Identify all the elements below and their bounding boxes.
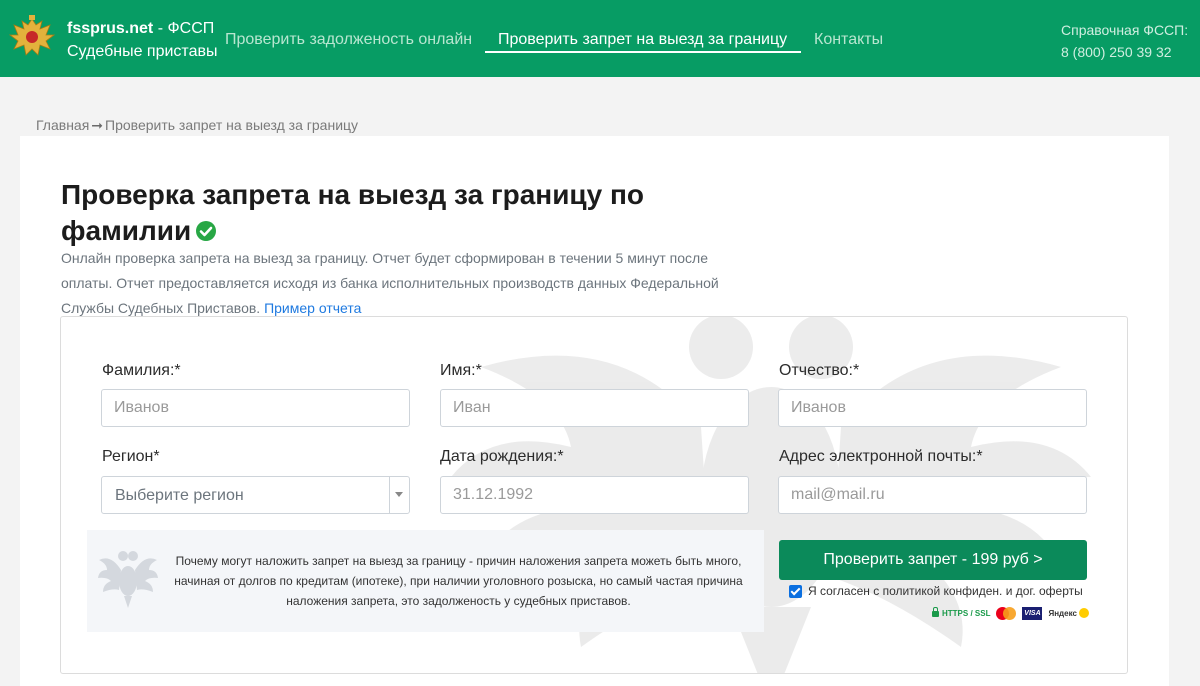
surname-input[interactable] (101, 389, 410, 427)
patronymic-input[interactable] (778, 389, 1087, 427)
agree-checkbox-row[interactable]: Я согласен с политикой конфиден. и дог. … (789, 584, 1083, 598)
yandex-badge-text: Яндекс (1048, 608, 1077, 618)
email-label: Адрес электронной почты:* (779, 448, 983, 465)
fssp-emblem-icon[interactable] (8, 13, 56, 61)
mastercard-icon (996, 606, 1017, 620)
info-text: Почему могут наложить запрет на выезд за… (174, 554, 743, 608)
help-title: Справочная ФССП: (1061, 22, 1189, 38)
breadcrumb-current: Проверить запрет на выезд за границу (105, 117, 359, 133)
brand-site: fssprus.net (67, 20, 154, 37)
description-text: Онлайн проверка запрета на выезд за гран… (61, 250, 719, 316)
birthdate-input[interactable] (440, 476, 749, 514)
nav-contacts[interactable]: Контакты (814, 31, 883, 49)
sample-report-link[interactable]: Пример отчета (264, 300, 361, 316)
nav-check-travel-ban[interactable]: Проверить запрет на выезд за границу (498, 31, 787, 49)
header: fssprus.net - ФССП Судебные приставы Про… (0, 0, 1200, 77)
surname-label: Фамилия:* (102, 362, 181, 379)
eagle-emblem-icon (98, 551, 158, 608)
help-phone[interactable]: 8 (800) 250 39 32 (1061, 41, 1188, 63)
name-label: Имя:* (440, 362, 482, 379)
agree-label: Я согласен с политикой конфиден. и дог. … (808, 584, 1083, 598)
visa-icon: VISA (1022, 606, 1043, 620)
email-input[interactable] (778, 476, 1087, 514)
payment-badges: HTTPS / SSL VISA Яндекс (932, 605, 1089, 621)
breadcrumb: Главная ➞ Проверить запрет на выезд за гра… (36, 117, 358, 134)
lock-icon (932, 607, 939, 617)
https-badge-text: HTTPS / SSL (942, 608, 991, 618)
arrow-right-icon: ➞ (91, 117, 104, 133)
patronymic-label: Отчество:* (779, 362, 860, 379)
region-select-value: Выберите регион (115, 487, 244, 504)
region-select-toggle[interactable] (389, 477, 409, 513)
page-description: Онлайн проверка запрета на выезд за гран… (61, 246, 741, 321)
birthdate-label: Дата рождения:* (440, 448, 564, 465)
caret-down-icon (395, 492, 403, 497)
page-title: Проверка запрета на выезд за границу по … (61, 177, 701, 249)
yandex-coin-icon (1078, 608, 1089, 618)
region-label: Регион* (102, 448, 160, 465)
check-ban-button[interactable]: Проверить запрет - 199 руб > (779, 540, 1087, 580)
brand-suffix: - ФССП (153, 20, 215, 37)
https-badge: HTTPS / SSL (932, 607, 991, 618)
nav-check-debt[interactable]: Проверить задолженость онлайн (225, 31, 472, 49)
brand[interactable]: fssprus.net - ФССП Судебные приставы (67, 17, 217, 63)
nav-active-underline (485, 51, 801, 53)
yandex-money-badge: Яндекс (1048, 608, 1089, 618)
region-select[interactable]: Выберите регион (101, 476, 410, 514)
check-circle-icon (196, 221, 217, 241)
name-input[interactable] (440, 389, 749, 427)
breadcrumb-home[interactable]: Главная (36, 117, 89, 133)
page-title-text: Проверка запрета на выезд за границу по … (61, 179, 644, 246)
brand-subtitle: Судебные приставы (67, 43, 218, 60)
info-box: Почему могут наложить запрет на выезд за… (87, 530, 764, 632)
help-contact: Справочная ФССП: 8 (800) 250 39 32 (1061, 19, 1188, 63)
agree-checkbox[interactable] (789, 584, 802, 598)
